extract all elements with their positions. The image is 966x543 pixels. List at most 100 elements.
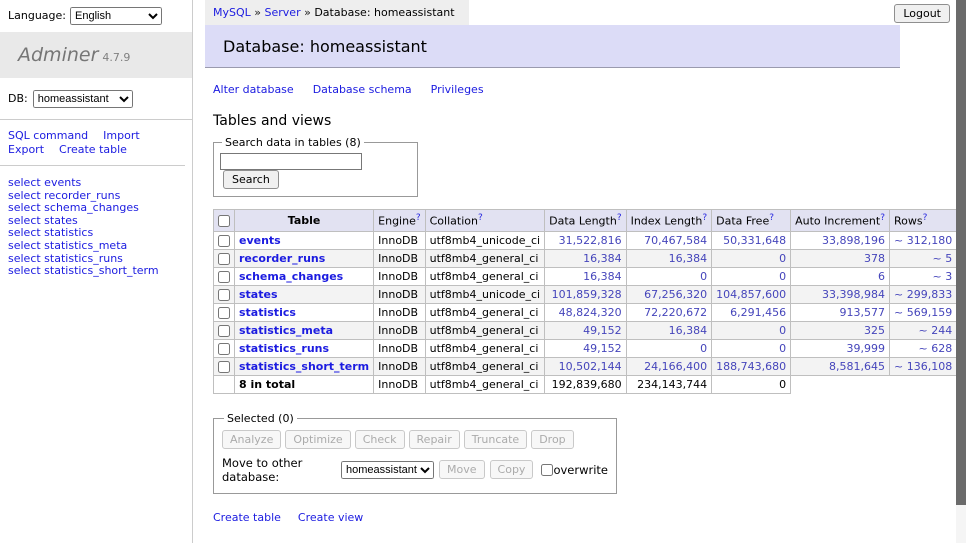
auto-increment-link[interactable]: 8,581,645 [829,360,885,373]
rows-link[interactable]: ~ 3 [932,270,952,283]
rows-link[interactable]: ~ 628 [918,342,952,355]
data-length-link[interactable]: 16,384 [583,252,622,265]
index-length-link[interactable]: 24,166,400 [644,360,707,373]
data-free-link[interactable]: 104,857,600 [716,288,786,301]
help-link[interactable]: ? [769,213,774,223]
data-free-link[interactable]: 0 [779,270,786,283]
tables-header-row: TableEngine?Collation?Data Length?Index … [214,210,966,232]
table-name-cell: statistics_meta [235,321,374,339]
data-free-link[interactable]: 50,331,648 [723,234,786,247]
table-name-link[interactable]: states [239,288,278,301]
help-link[interactable]: ? [702,213,707,223]
create-links: Create table Create view [213,511,900,524]
data-free-link[interactable]: 0 [779,342,786,355]
auto-increment-link[interactable]: 33,398,984 [822,288,885,301]
data-length-link[interactable]: 101,859,328 [552,288,622,301]
table-name-link[interactable]: statistics [239,306,296,319]
create-table-link[interactable]: Create table [213,511,281,524]
data-free-link[interactable]: 6,291,456 [730,306,786,319]
table-name-link[interactable]: recorder_runs [239,252,325,265]
table-name-link[interactable]: statistics_runs [239,342,329,355]
index-length-link[interactable]: 70,467,584 [644,234,707,247]
auto-increment-link[interactable]: 913,577 [840,306,886,319]
sidebar-action-create-table[interactable]: Create table [59,143,127,156]
row-select-checkbox[interactable] [218,307,230,319]
data-length-link[interactable]: 49,152 [583,342,622,355]
db-action-privileges[interactable]: Privileges [431,83,484,96]
sidebar-table-link[interactable]: select schema_changes [8,201,139,214]
breadcrumb-link-mysql[interactable]: MySQL [213,6,251,19]
language-select[interactable]: English [70,7,162,25]
select-all-checkbox[interactable] [218,215,230,227]
data-length-link[interactable]: 10,502,144 [559,360,622,373]
rows-link[interactable]: ~ 244 [918,324,952,337]
sidebar-action-import[interactable]: Import [103,129,140,142]
index-length-link[interactable]: 16,384 [669,324,708,337]
table-name-link[interactable]: statistics_short_term [239,360,369,373]
rows-link[interactable]: ~ 569,159 [894,306,952,319]
index-length-cell: 67,256,320 [626,285,712,303]
data-length-link[interactable]: 31,522,816 [559,234,622,247]
search-input[interactable] [220,153,362,170]
help-link[interactable]: ? [923,213,928,223]
data-length-link[interactable]: 48,824,320 [559,306,622,319]
sidebar-action-export[interactable]: Export [8,143,44,156]
sidebar-table-link[interactable]: select statistics_runs [8,252,123,265]
row-select-checkbox[interactable] [218,289,230,301]
row-select-checkbox[interactable] [218,325,230,337]
sidebar-action-sql-command[interactable]: SQL command [8,129,88,142]
index-length-link[interactable]: 67,256,320 [644,288,707,301]
auto-increment-link[interactable]: 325 [864,324,885,337]
rows-link[interactable]: ~ 312,180 [894,234,952,247]
db-select[interactable]: homeassistant [33,90,133,108]
sidebar-table-link[interactable]: select statistics_short_term [8,264,159,277]
index-length-link[interactable]: 16,384 [669,252,708,265]
overwrite-checkbox[interactable] [541,464,553,476]
sidebar-table-link[interactable]: select statistics_meta [8,239,127,252]
move-row: Move to other database: homeassistant Mo… [222,456,608,484]
help-link[interactable]: ? [617,213,622,223]
search-button[interactable]: Search [223,170,279,189]
logout-button[interactable]: Logout [894,4,950,23]
scrollbar-thumb[interactable] [956,0,966,505]
rows-link[interactable]: ~ 5 [932,252,952,265]
index-length-link[interactable]: 0 [700,342,707,355]
rows-link[interactable]: ~ 136,108 [894,360,952,373]
data-length-link[interactable]: 16,384 [583,270,622,283]
data-free-link[interactable]: 0 [779,252,786,265]
rows-link[interactable]: ~ 299,833 [894,288,952,301]
data-length-link[interactable]: 49,152 [583,324,622,337]
table-name-link[interactable]: schema_changes [239,270,343,283]
row-select-checkbox[interactable] [218,343,230,355]
row-select-checkbox[interactable] [218,271,230,283]
row-checkbox-cell [214,267,235,285]
table-name-link[interactable]: statistics_meta [239,324,333,337]
sidebar-table-link[interactable]: select states [8,214,78,227]
sidebar-table-link[interactable]: select events [8,176,81,189]
vertical-scrollbar[interactable] [956,0,966,543]
auto-increment-link[interactable]: 378 [864,252,885,265]
move-database-select[interactable]: homeassistant [341,461,434,479]
table-row: recorder_runsInnoDButf8mb4_general_ci16,… [214,249,966,267]
help-link[interactable]: ? [880,213,885,223]
row-select-checkbox[interactable] [218,253,230,265]
index-length-link[interactable]: 72,220,672 [644,306,707,319]
create-view-link[interactable]: Create view [298,511,363,524]
auto-increment-link[interactable]: 33,898,196 [822,234,885,247]
db-action-database-schema[interactable]: Database schema [313,83,412,96]
index-length-link[interactable]: 0 [700,270,707,283]
row-select-checkbox[interactable] [218,235,230,247]
search-legend: Search data in tables (8) [222,136,364,149]
help-link[interactable]: ? [416,213,421,223]
auto-increment-link[interactable]: 6 [878,270,885,283]
help-link[interactable]: ? [478,213,483,223]
sidebar-table-link[interactable]: select recorder_runs [8,189,120,202]
table-name-link[interactable]: events [239,234,281,247]
db-action-alter-database[interactable]: Alter database [213,83,294,96]
breadcrumb-link-server[interactable]: Server [265,6,301,19]
auto-increment-link[interactable]: 39,999 [847,342,886,355]
data-free-link[interactable]: 0 [779,324,786,337]
data-free-link[interactable]: 188,743,680 [716,360,786,373]
row-select-checkbox[interactable] [218,361,230,373]
sidebar-table-link[interactable]: select statistics [8,226,93,239]
